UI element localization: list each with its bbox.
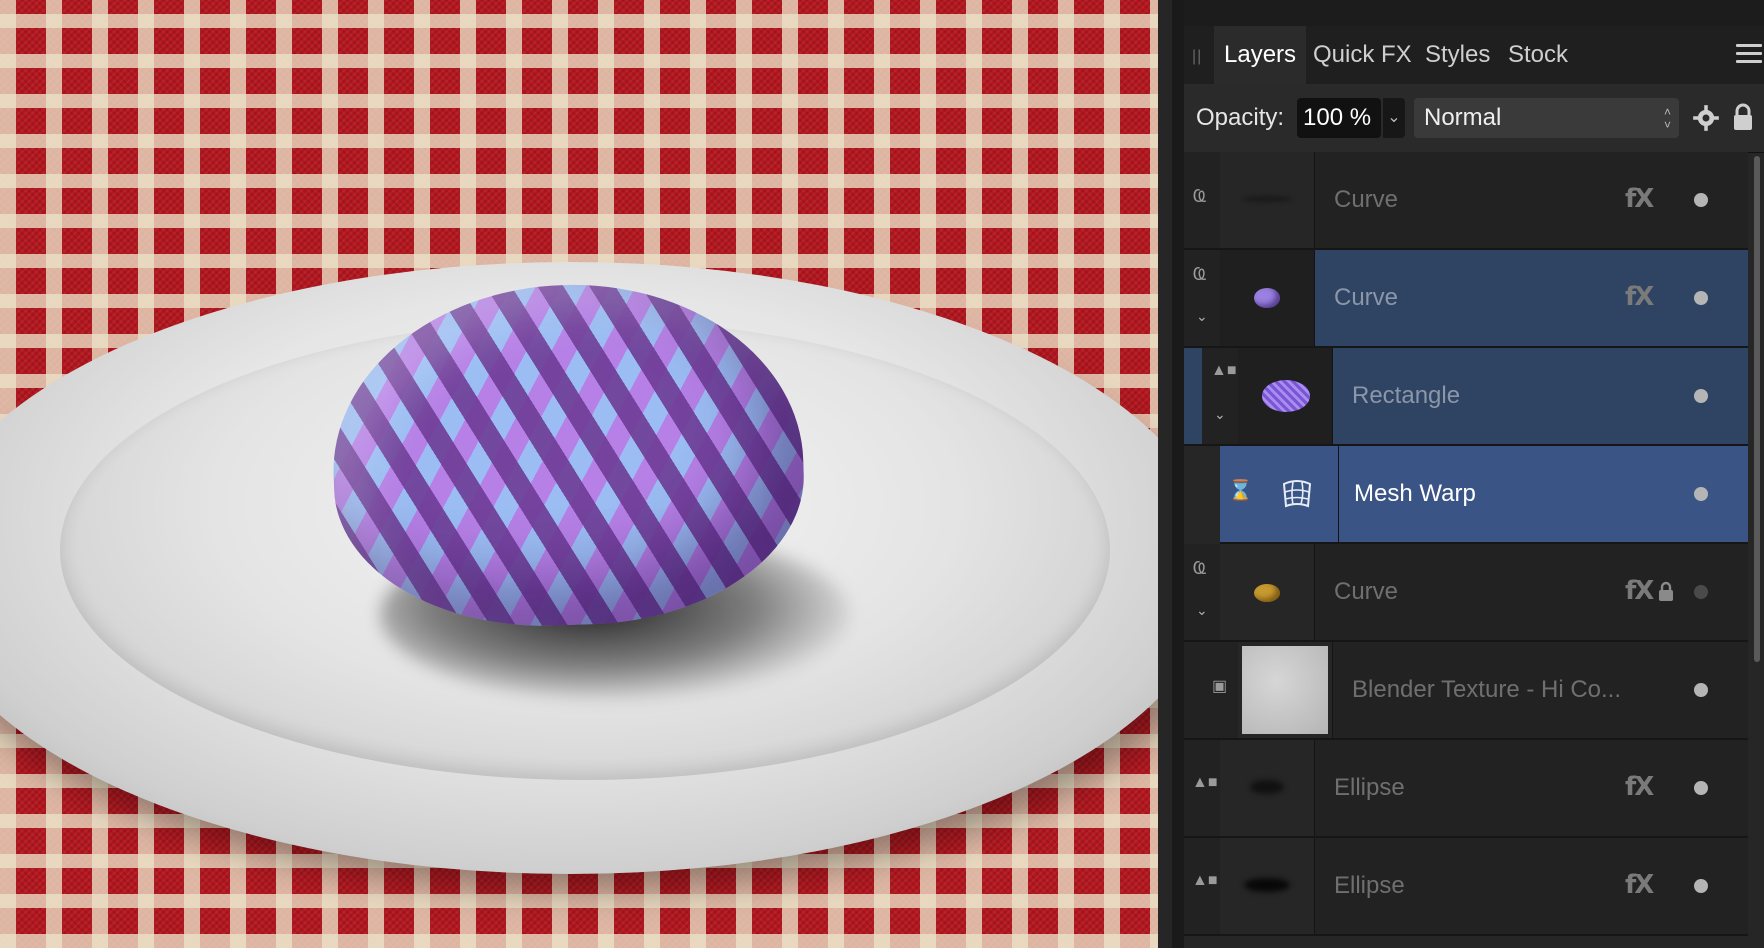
fx-icon[interactable]: fX: [1625, 576, 1654, 606]
panel-separator: [1172, 0, 1184, 948]
visibility-dot-icon[interactable]: [1694, 193, 1708, 207]
fx-icon[interactable]: fX: [1625, 870, 1654, 900]
layer-name: Rectangle: [1352, 382, 1461, 409]
layer-thumbnail: [1220, 740, 1315, 836]
layer-thumbnail: [1238, 642, 1333, 738]
link-icon[interactable]: Ҩ: [1193, 186, 1207, 207]
layer-name: Mesh Warp: [1354, 480, 1476, 507]
shapes-icon[interactable]: ▲■: [1192, 774, 1218, 792]
layer-thumbnail: [1220, 544, 1315, 640]
chevron-down-icon[interactable]: ⌄: [1196, 602, 1208, 619]
panel-menu-icon[interactable]: [1736, 44, 1762, 66]
visibility-dot-icon[interactable]: [1694, 879, 1708, 893]
visibility-dot-icon[interactable]: [1694, 291, 1708, 305]
layer-row-mesh-warp[interactable]: ⌛ Mesh Warp: [1220, 446, 1748, 544]
chevron-down-icon[interactable]: ⌄: [1214, 406, 1226, 423]
shapes-icon[interactable]: ▲■: [1211, 362, 1237, 380]
panel-top-strip: [1184, 0, 1764, 27]
blend-mode-value: Normal: [1424, 104, 1502, 131]
document-canvas[interactable]: [0, 0, 1158, 948]
panel-tab-bar: || Layers Quick FX Styles Stock: [1184, 26, 1764, 84]
layer-row-blender-texture[interactable]: ▣ Blender Texture - Hi Co...: [1184, 642, 1748, 740]
layer-name: Curve: [1334, 578, 1399, 605]
layer-thumbnail: [1252, 446, 1339, 542]
tab-quick-fx[interactable]: Quick FX: [1303, 26, 1422, 84]
opacity-dropdown-chevron-icon[interactable]: ⌄: [1383, 98, 1405, 138]
link-icon[interactable]: Ҩ: [1193, 558, 1207, 579]
chevron-down-icon[interactable]: ⌄: [1196, 308, 1208, 325]
blend-mode-select[interactable]: Normal ˄ ˅: [1414, 98, 1679, 138]
tab-stock[interactable]: Stock: [1498, 26, 1578, 84]
hourglass-icon[interactable]: ⌛: [1228, 478, 1253, 503]
layer-row-curve-2[interactable]: Ҩ ⌄ Curve fX: [1184, 250, 1748, 348]
layer-row-ellipse-2[interactable]: ▲■ Ellipse fX: [1184, 838, 1748, 936]
fx-icon[interactable]: fX: [1625, 282, 1654, 312]
opacity-input[interactable]: 100 %: [1297, 98, 1381, 138]
tab-layers[interactable]: Layers: [1214, 26, 1307, 84]
opacity-label: Opacity:: [1196, 104, 1285, 131]
layer-row-rectangle[interactable]: ▲■ ⌄ Rectangle: [1184, 348, 1748, 446]
layer-row-curve-1[interactable]: Ҩ Curve fX: [1184, 152, 1748, 250]
layer-name: Blender Texture - Hi Co...: [1352, 676, 1622, 703]
layers-list: Ҩ Curve fX Ҩ ⌄ Curve fX ▲■ ⌄ Rectangle ⌛…: [1184, 152, 1748, 948]
layer-thumbnail: [1220, 250, 1315, 346]
visibility-dot-icon[interactable]: [1694, 585, 1708, 599]
layer-name: Curve: [1334, 186, 1399, 213]
fx-icon[interactable]: fX: [1625, 772, 1654, 802]
panel-grip-icon[interactable]: ||: [1192, 48, 1202, 66]
shapes-icon[interactable]: ▲■: [1192, 872, 1218, 890]
lock-icon[interactable]: [1658, 580, 1674, 602]
tab-styles[interactable]: Styles: [1415, 26, 1500, 84]
layer-thumbnail: [1220, 152, 1315, 248]
visibility-dot-icon[interactable]: [1694, 683, 1708, 697]
mesh-warp-icon: [1282, 480, 1312, 508]
layer-thumbnail: [1238, 348, 1333, 444]
layer-name: Curve: [1334, 284, 1399, 311]
layer-row-ellipse-1[interactable]: ▲■ Ellipse fX: [1184, 740, 1748, 838]
lock-icon[interactable]: [1732, 102, 1754, 132]
gear-icon[interactable]: [1692, 104, 1720, 132]
visibility-dot-icon[interactable]: [1694, 389, 1708, 403]
updown-arrows-icon: ˄ ˅: [1663, 105, 1671, 132]
visibility-dot-icon[interactable]: [1694, 487, 1708, 501]
visibility-dot-icon[interactable]: [1694, 781, 1708, 795]
image-icon[interactable]: ▣: [1212, 676, 1227, 696]
layer-row-curve-3[interactable]: Ҩ ⌄ Curve fX: [1184, 544, 1748, 642]
link-icon[interactable]: Ҩ: [1193, 264, 1207, 285]
layer-name: Ellipse: [1334, 774, 1405, 801]
layer-thumbnail: [1220, 838, 1315, 934]
layer-name: Ellipse: [1334, 872, 1405, 899]
layers-scrollbar[interactable]: [1754, 156, 1760, 662]
layer-options-bar: Opacity: 100 % ⌄ Normal ˄ ˅: [1184, 84, 1764, 153]
fx-icon[interactable]: fX: [1625, 184, 1654, 214]
